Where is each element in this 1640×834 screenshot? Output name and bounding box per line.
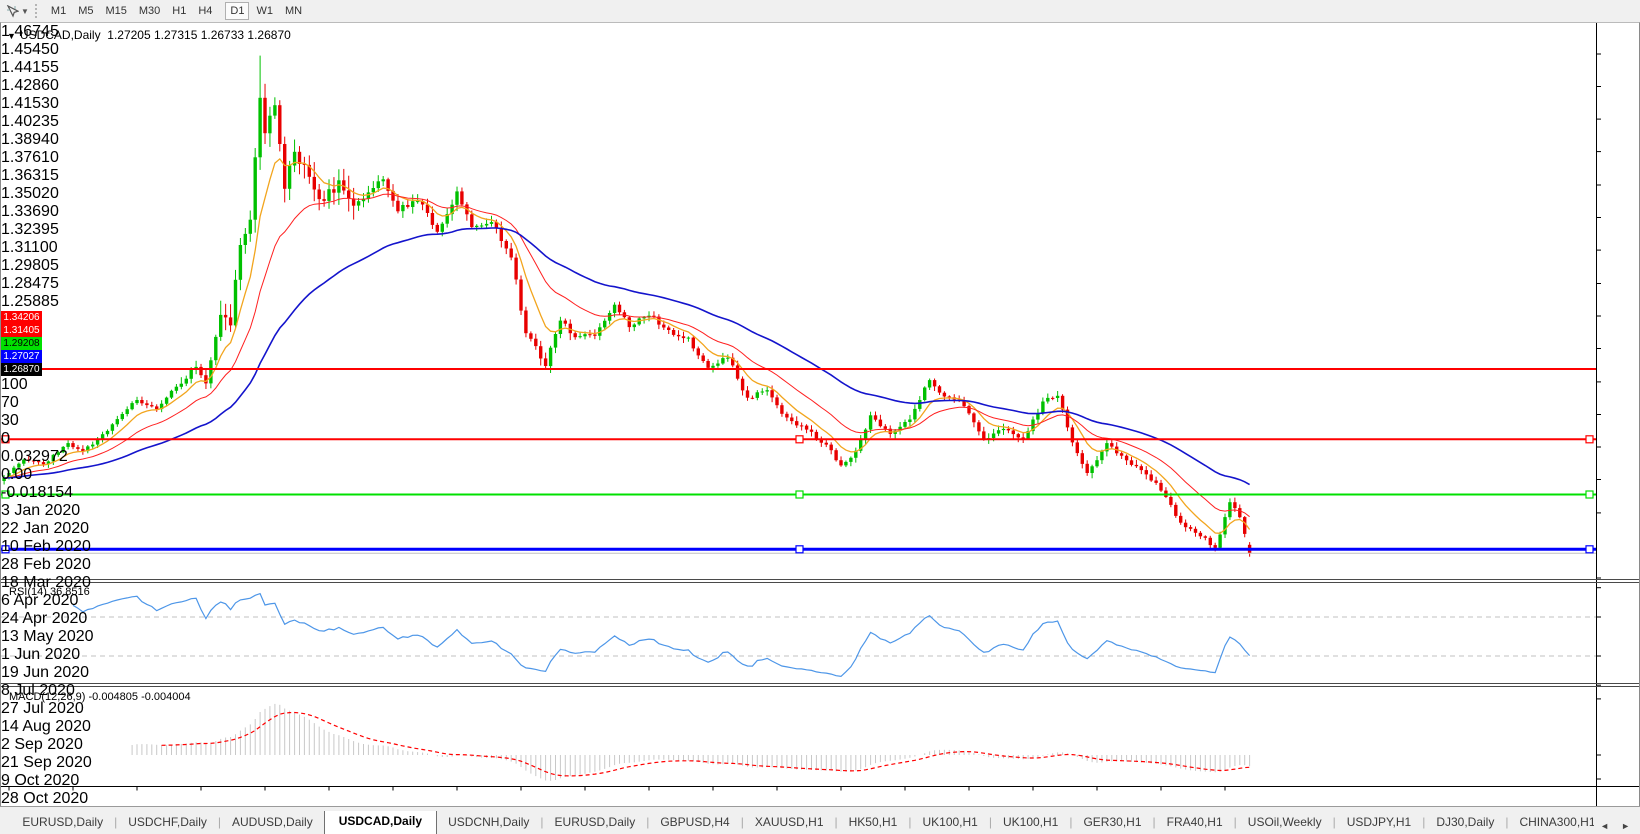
cursor-tool-caret-icon[interactable]: ▼ (21, 7, 29, 16)
chart-tab-eurusd-daily[interactable]: EURUSD,Daily (11, 811, 114, 834)
timeframe-buttons: M1M5M15M30H1H4 D1W1MN (45, 5, 314, 17)
timeframe-button-d1[interactable]: D1 (225, 2, 249, 20)
line-handle[interactable] (1586, 436, 1593, 443)
tab-scroll-right-icon[interactable]: ► (1621, 821, 1630, 831)
timeframe-button-mn[interactable]: MN (280, 2, 307, 20)
tab-scroll-left-icon[interactable]: ◄ (1600, 821, 1609, 831)
chart-tab-eurusd-daily[interactable]: EURUSD,Daily (544, 811, 647, 834)
ma-line-20 (4, 194, 1250, 517)
ma-line-8 (4, 159, 1250, 533)
timeframe-button-m1[interactable]: M1 (46, 2, 71, 20)
chart-tab-usdchf-daily[interactable]: USDCHF,Daily (117, 811, 218, 834)
timeframe-button-h1[interactable]: H1 (167, 2, 191, 20)
line-handle[interactable] (2, 491, 9, 498)
timeframe-button-w1[interactable]: W1 (251, 2, 278, 20)
chart-tab-audusd-daily[interactable]: AUDUSD,Daily (221, 811, 324, 834)
chart-tab-usdjpy-h1[interactable]: USDJPY,H1 (1336, 811, 1422, 834)
tab-scroll-arrows: ◄ ► (1594, 821, 1640, 834)
chart-tab-dj30-daily[interactable]: DJ30,Daily (1425, 811, 1505, 834)
timeframe-toolbar: ▼ M1M5M15M30H1H4 D1W1MN (0, 0, 1640, 23)
toolbar-grip (35, 4, 40, 18)
line-handle[interactable] (2, 546, 9, 553)
chart-tab-hk50-h1[interactable]: HK50,H1 (838, 811, 909, 834)
chart-tab-uk100-h1[interactable]: UK100,H1 (911, 811, 988, 834)
ma-line-50 (4, 228, 1250, 485)
mt4-window: { "toolbar": { "cursor_tool_caret": "▼",… (0, 0, 1640, 834)
chart-tab-xauusd-h1[interactable]: XAUUSD,H1 (744, 811, 835, 834)
chart-tab-fra40-h1[interactable]: FRA40,H1 (1156, 811, 1234, 834)
line-handle[interactable] (796, 491, 803, 498)
chart-tab-usoil-weekly[interactable]: USOil,Weekly (1237, 811, 1333, 834)
rsi-line (73, 594, 1250, 677)
chart-tab-usdcnh-daily[interactable]: USDCNH,Daily (437, 811, 540, 834)
timeframe-button-m5[interactable]: M5 (73, 2, 98, 20)
chart-tab-uk100-h1[interactable]: UK100,H1 (992, 811, 1069, 834)
line-handle[interactable] (2, 436, 9, 443)
line-handle[interactable] (1586, 491, 1593, 498)
chart-tab-gbpusd-h4[interactable]: GBPUSD,H4 (649, 811, 740, 834)
macd-signal-line (162, 713, 1250, 776)
line-handle[interactable] (796, 436, 803, 443)
timeframe-button-m15[interactable]: M15 (100, 2, 131, 20)
chart-plot[interactable] (1, 23, 1639, 807)
chart-tab-china300-h1[interactable]: CHINA300,H1 (1508, 811, 1594, 834)
chart-tab-usdcad-daily[interactable]: USDCAD,Daily (324, 811, 437, 834)
chart-tab-bar: EURUSD,Daily|USDCHF,Daily|AUDUSD,DailyUS… (0, 806, 1640, 834)
candlestick-series (2, 56, 1251, 557)
line-handle[interactable] (1586, 546, 1593, 553)
timeframe-button-h4[interactable]: H4 (193, 2, 217, 20)
chart-window[interactable]: ▼USDCAD,Daily 1.27205 1.27315 1.26733 1.… (0, 22, 1640, 808)
timeframe-button-m30[interactable]: M30 (134, 2, 165, 20)
chart-tab-ger30-h1[interactable]: GER30,H1 (1072, 811, 1152, 834)
cursor-tool-icon[interactable] (4, 3, 20, 19)
line-handle[interactable] (796, 546, 803, 553)
